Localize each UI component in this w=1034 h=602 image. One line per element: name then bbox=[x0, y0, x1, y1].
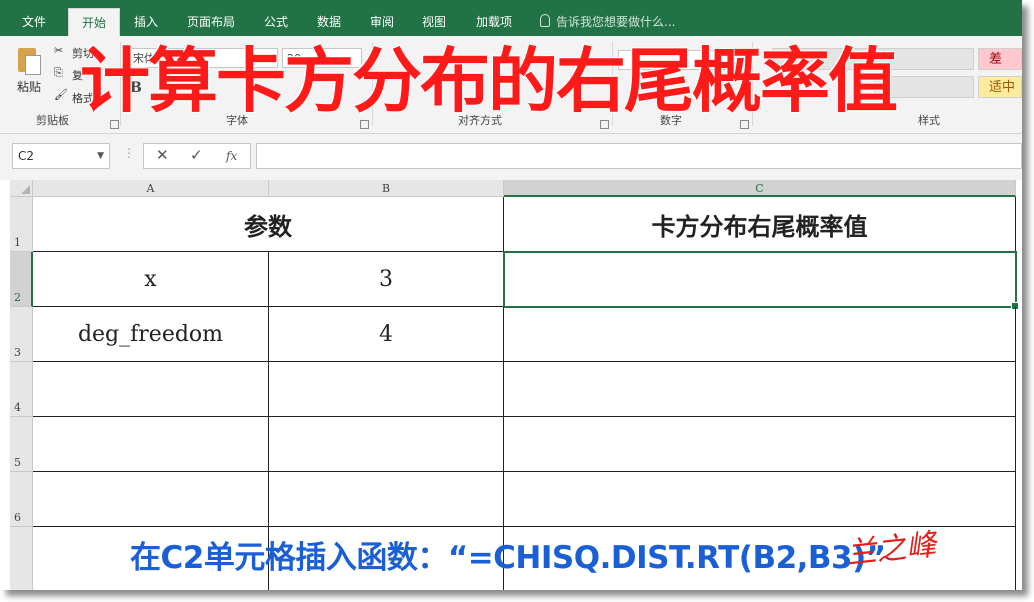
cell-a3[interactable]: deg_freedom bbox=[33, 307, 269, 362]
formula-bar: C2 ▼ ⋮ ✕ ✓ fx bbox=[0, 134, 1022, 180]
ribbon-tab-bar: 文件 开始 插入 页面布局 公式 数据 审阅 视图 加载项 告诉我您想要做什么.… bbox=[0, 0, 1022, 37]
styles-group-label: 样式 bbox=[918, 114, 940, 127]
tab-home[interactable]: 开始 bbox=[68, 8, 120, 37]
cell-b5[interactable] bbox=[269, 417, 504, 472]
formula-buttons: ✕ ✓ fx bbox=[143, 143, 251, 169]
instruction-caption: 在C2单元格插入函数：“=CHISQ.DIST.RT(B2,B3)” bbox=[130, 540, 886, 576]
copy-icon[interactable]: ⎘ bbox=[54, 66, 63, 80]
cell-a5[interactable] bbox=[33, 417, 269, 472]
row-header-1[interactable]: 1 bbox=[10, 197, 33, 252]
tab-formulas[interactable]: 公式 bbox=[254, 8, 298, 36]
insert-function-icon[interactable]: fx bbox=[226, 149, 237, 163]
cell-b4[interactable] bbox=[269, 362, 504, 417]
clipboard-group-label: 剪贴板 bbox=[36, 114, 69, 127]
select-all-button[interactable] bbox=[10, 180, 33, 197]
cell-c3[interactable] bbox=[504, 307, 1016, 362]
author-signature: 兰之峰 bbox=[844, 527, 938, 572]
row-header-3[interactable]: 3 bbox=[10, 307, 33, 362]
scissors-icon[interactable]: ✂ bbox=[54, 44, 63, 57]
paste-icon[interactable] bbox=[14, 46, 41, 76]
style-neutral[interactable]: 适中 bbox=[978, 76, 1022, 98]
cell-b2[interactable]: 3 bbox=[269, 252, 504, 307]
cell-b6[interactable] bbox=[269, 472, 504, 527]
name-box[interactable]: C2 ▼ bbox=[12, 143, 110, 169]
excel-window: 文件 开始 插入 页面布局 公式 数据 审阅 视图 加载项 告诉我您想要做什么.… bbox=[0, 0, 1022, 590]
cell-c5[interactable] bbox=[504, 417, 1016, 472]
tab-view[interactable]: 视图 bbox=[412, 8, 456, 36]
cell-a4[interactable] bbox=[33, 362, 269, 417]
cell-b3[interactable]: 4 bbox=[269, 307, 504, 362]
tell-me-search[interactable]: 告诉我您想要做什么... bbox=[540, 8, 675, 36]
format-painter-icon[interactable]: 🖌 bbox=[54, 88, 68, 101]
cancel-icon[interactable]: ✕ bbox=[156, 146, 169, 164]
tab-data[interactable]: 数据 bbox=[306, 8, 352, 36]
row-header-5[interactable]: 5 bbox=[10, 417, 33, 472]
lightbulb-icon bbox=[540, 14, 550, 27]
paste-button[interactable]: 粘贴 bbox=[17, 78, 41, 95]
cell-c6[interactable] bbox=[504, 472, 1016, 527]
tab-insert[interactable]: 插入 bbox=[124, 8, 168, 36]
column-header-a[interactable]: A bbox=[33, 180, 269, 197]
column-header-b[interactable]: B bbox=[269, 180, 504, 197]
tab-review[interactable]: 审阅 bbox=[360, 8, 404, 36]
formula-input[interactable] bbox=[256, 143, 1022, 169]
column-header-c[interactable]: C bbox=[504, 180, 1016, 197]
tab-page-layout[interactable]: 页面布局 bbox=[178, 8, 244, 36]
cell-a2[interactable]: x bbox=[33, 252, 269, 307]
grip-icon: ⋮ bbox=[123, 146, 135, 160]
enter-icon[interactable]: ✓ bbox=[190, 146, 203, 164]
overlay-title: 计算卡方分布的右尾概率值 bbox=[80, 40, 898, 122]
cell-a6[interactable] bbox=[33, 472, 269, 527]
row-header-2[interactable]: 2 bbox=[10, 252, 33, 307]
chevron-down-icon[interactable]: ▼ bbox=[97, 144, 104, 168]
row-header-7[interactable] bbox=[10, 527, 33, 590]
row-header-6[interactable]: 6 bbox=[10, 472, 33, 527]
cell-c1[interactable]: 卡方分布右尾概率值 bbox=[504, 197, 1016, 252]
tab-addins[interactable]: 加载项 bbox=[466, 8, 522, 36]
style-bad[interactable]: 差 bbox=[978, 48, 1022, 70]
row-header-4[interactable]: 4 bbox=[10, 362, 33, 417]
cell-c4[interactable] bbox=[504, 362, 1016, 417]
cell-a1-merged[interactable]: 参数 bbox=[33, 197, 504, 252]
tab-file[interactable]: 文件 bbox=[10, 8, 58, 36]
cell-c2-active[interactable] bbox=[503, 251, 1017, 308]
